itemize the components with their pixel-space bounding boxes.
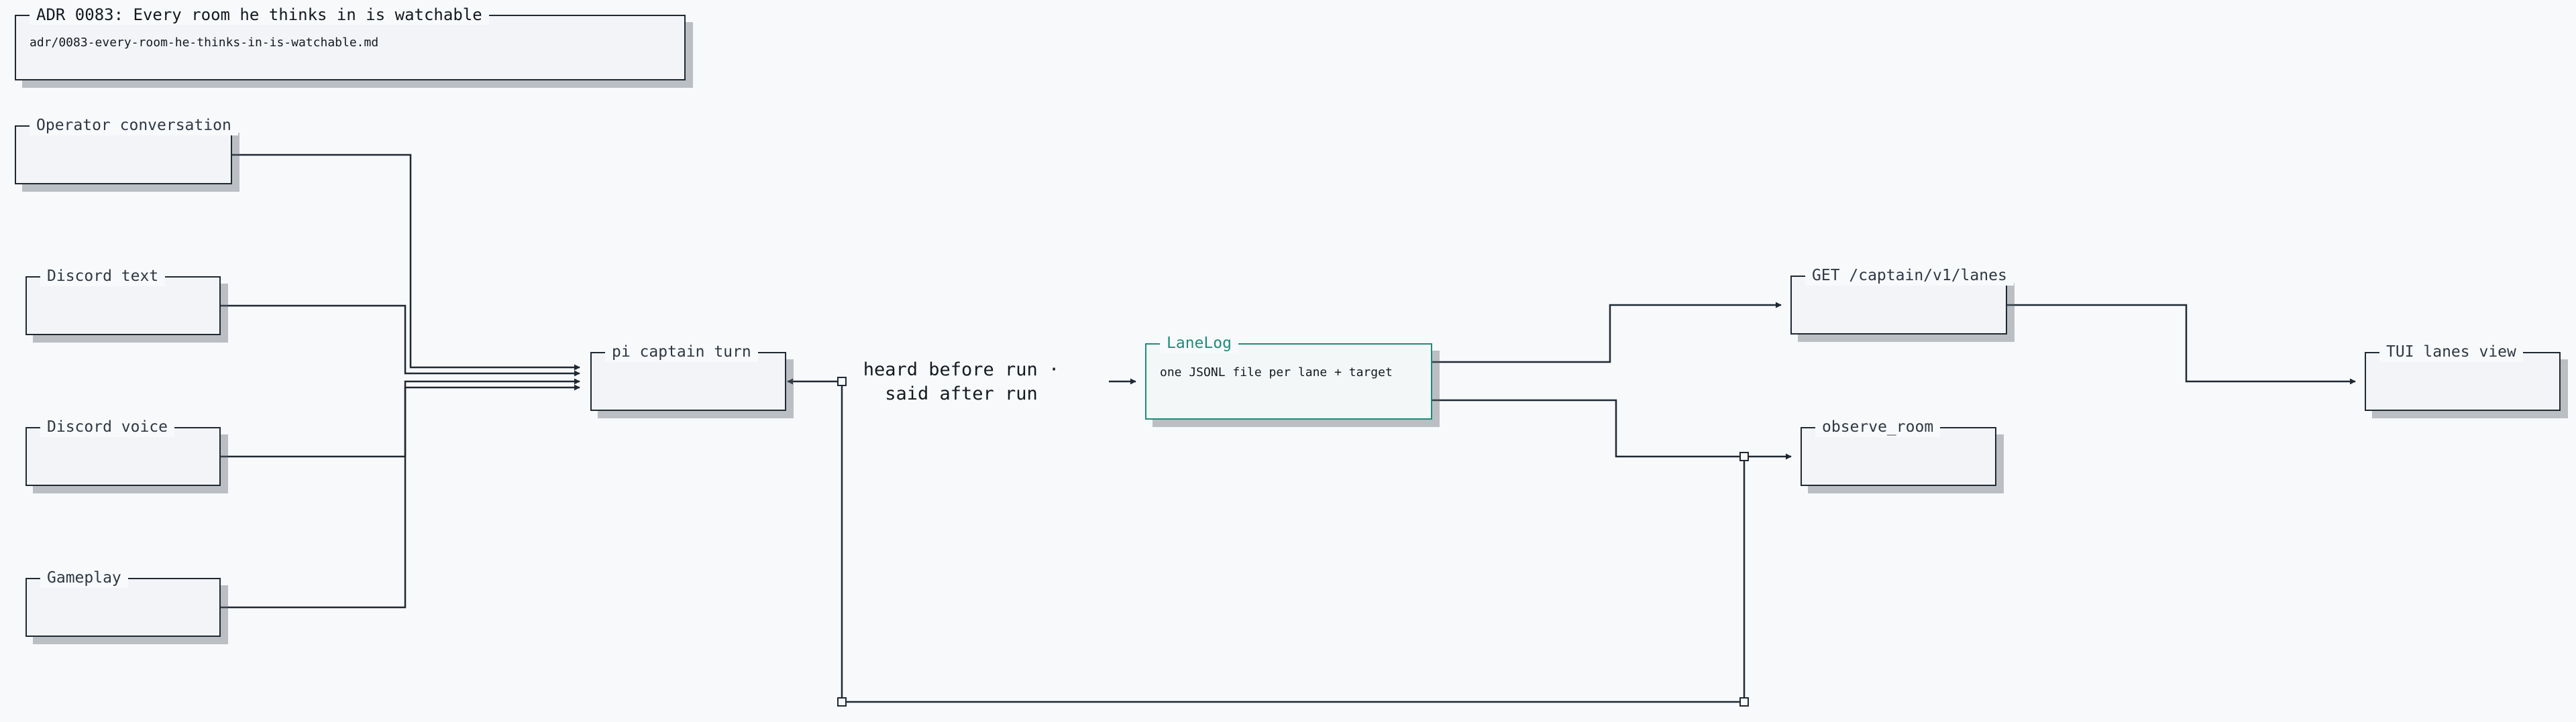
edge-discord-voice-to-captain [221, 378, 580, 458]
operator-conversation-node[interactable]: Operator conversation [15, 115, 238, 184]
lanelog-node[interactable]: LaneLog one JSONL file per lane + target [1145, 333, 1432, 420]
lanelog-description: one JSONL file per lane + target [1160, 365, 1393, 379]
lanes-endpoint-node[interactable]: GET /captain/v1/lanes [1790, 265, 2014, 335]
junction-handle[interactable] [1739, 697, 1749, 707]
discord-voice-node[interactable]: Discord voice [25, 417, 221, 486]
discord-voice-label: Discord voice [40, 417, 175, 437]
diagram-canvas: ADR 0083: Every room he thinks in is wat… [0, 0, 2576, 722]
edge-lanelog-to-endpoint [1432, 302, 1782, 363]
edge-discord-text-to-captain [221, 304, 580, 377]
tui-lanes-view-label: TUI lanes view [2379, 342, 2523, 362]
edge-label-heard-said: heard before run · said after run [863, 359, 1060, 404]
lanes-endpoint-label: GET /captain/v1/lanes [1805, 265, 2014, 286]
observe-room-node[interactable]: observe_room [1801, 417, 1996, 486]
junction-handle[interactable] [837, 697, 847, 707]
adr-header-box: ADR 0083: Every room he thinks in is wat… [15, 5, 686, 80]
discord-text-label: Discord text [40, 266, 166, 286]
edge-gameplay-to-captain [221, 384, 580, 609]
adr-title: ADR 0083: Every room he thinks in is wat… [30, 5, 489, 25]
operator-conversation-label: Operator conversation [30, 115, 238, 135]
adr-path: adr/0083-every-room-he-thinks-in-is-watc… [30, 36, 379, 50]
captain-turn-node[interactable]: pi captain turn [590, 342, 786, 411]
captain-turn-label: pi captain turn [605, 342, 758, 362]
lanelog-label: LaneLog [1160, 333, 1238, 353]
gameplay-node[interactable]: Gameplay [25, 568, 221, 637]
tui-lanes-view-node[interactable]: TUI lanes view [2365, 342, 2561, 411]
junction-handle[interactable] [1739, 452, 1749, 461]
edge-endpoint-to-tui [2007, 304, 2356, 385]
edge-lanelog-to-observe [1432, 399, 1792, 460]
observe-room-label: observe_room [1815, 417, 1941, 437]
edge-observe-loop [841, 381, 1746, 703]
discord-text-node[interactable]: Discord text [25, 266, 221, 335]
gameplay-label: Gameplay [40, 568, 128, 588]
